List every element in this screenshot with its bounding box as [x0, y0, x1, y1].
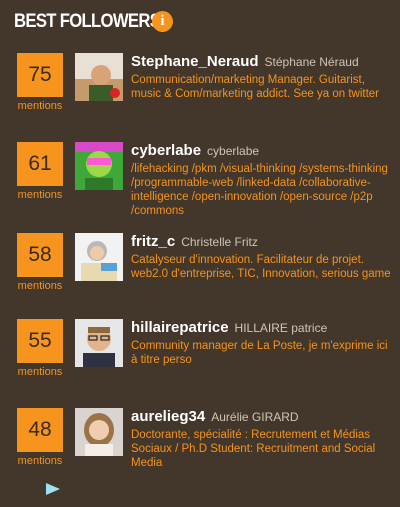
bio-text: Community manager de La Poste, je m'expr… — [131, 340, 388, 366]
mention-count: 58 — [17, 233, 63, 277]
username-link[interactable]: Stephane_Neraud — [131, 53, 259, 70]
username-link[interactable]: fritz_c — [131, 233, 175, 250]
avatar[interactable] — [75, 53, 123, 101]
real-name: Christelle Fritz — [181, 235, 258, 249]
mention-label: mentions — [17, 280, 63, 292]
real-name: Stéphane Néraud — [264, 55, 359, 69]
bio-text: Communication/marketing Manager. Guitari… — [131, 74, 379, 100]
play-arrow-icon[interactable] — [45, 482, 61, 496]
real-name: HILLAIRE patrice — [234, 321, 328, 335]
real-name: Aurélie GIRARD — [211, 410, 299, 424]
username-link[interactable]: aurelieg34 — [131, 408, 205, 425]
info-icon[interactable]: i — [152, 11, 173, 32]
mention-count: 55 — [17, 319, 63, 363]
mention-label: mentions — [17, 455, 63, 467]
mention-label: mentions — [17, 100, 63, 112]
mention-count: 48 — [17, 408, 63, 452]
bio-text: /lifehacking /pkm /visual-thinking /syst… — [131, 163, 388, 217]
mention-label: mentions — [17, 366, 63, 378]
mention-count: 75 — [17, 53, 63, 97]
avatar[interactable] — [75, 408, 123, 456]
avatar[interactable] — [75, 233, 123, 281]
mention-count: 61 — [17, 142, 63, 186]
avatar[interactable] — [75, 142, 123, 190]
username-link[interactable]: hillairepatrice — [131, 319, 229, 336]
real-name: cyberlabe — [207, 144, 260, 158]
avatar[interactable] — [75, 319, 123, 367]
bio-text: Doctorante, spécialité : Recrutement et … — [131, 429, 376, 469]
bio-text: Catalyseur d'innovation. Facilitateur de… — [131, 254, 391, 280]
username-link[interactable]: cyberlabe — [131, 142, 201, 159]
mention-label: mentions — [17, 189, 63, 201]
widget-title: BEST FOLLOWERS — [14, 11, 161, 32]
